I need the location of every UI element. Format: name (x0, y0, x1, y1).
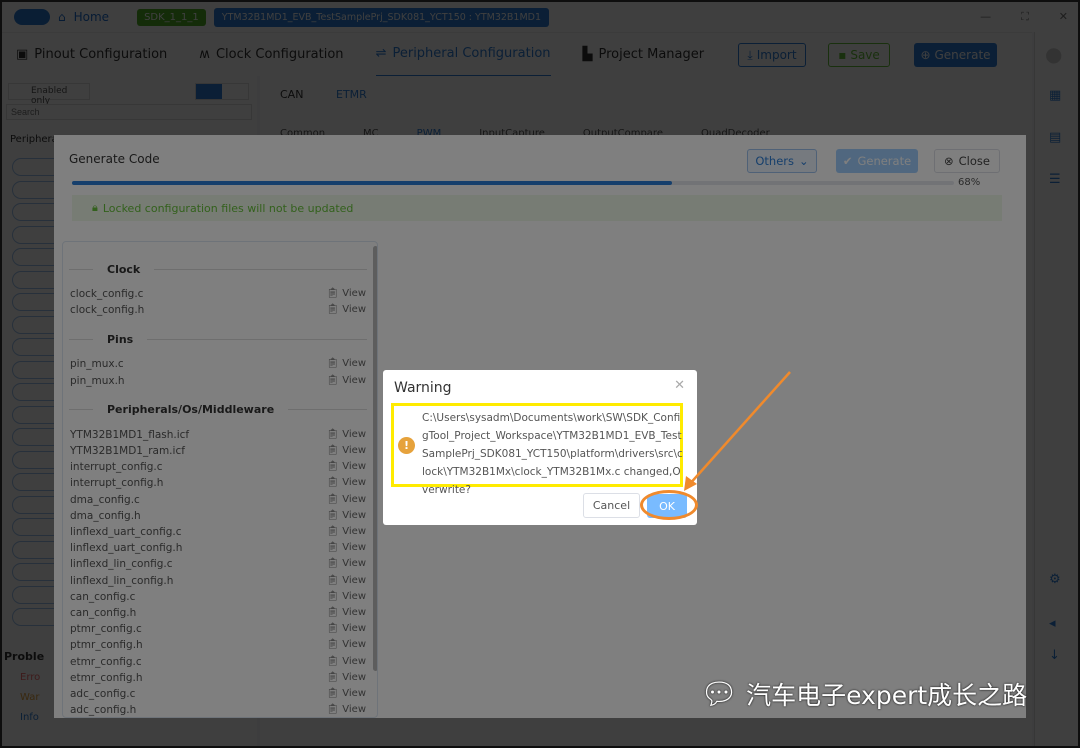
watermark: 💬︎ 汽车电子expert成长之路 (700, 676, 1027, 712)
watermark-text: 汽车电子expert成长之路 (746, 681, 1028, 710)
annotation-arrow (684, 371, 791, 491)
wechat-icon: 💬︎ (700, 676, 739, 712)
